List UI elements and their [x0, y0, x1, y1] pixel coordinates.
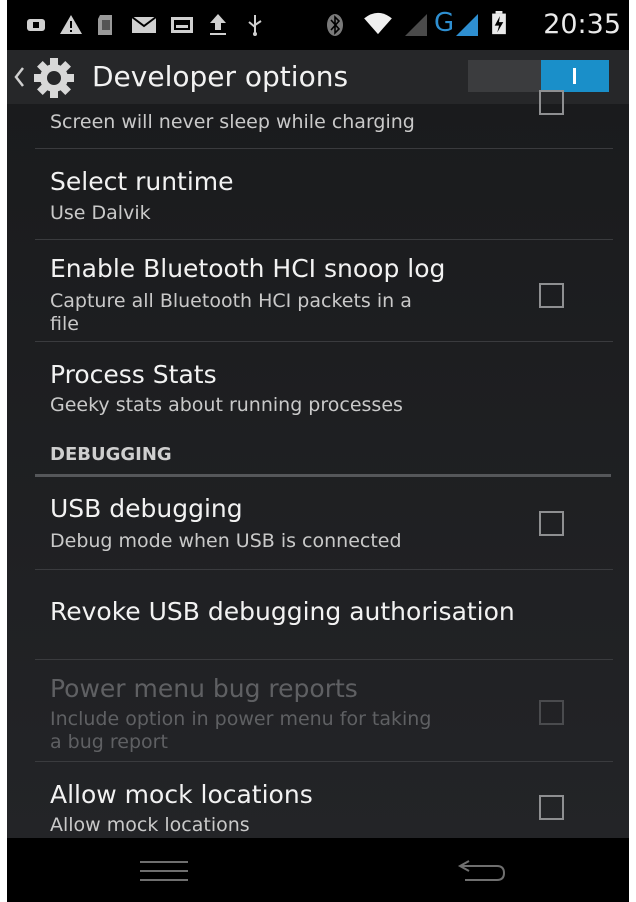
item-title: Select runtime [50, 167, 234, 196]
up-chevron-icon[interactable] [13, 66, 25, 88]
sd-card-icon [98, 15, 112, 35]
bluetooth-hci-checkbox[interactable] [539, 283, 564, 308]
page-title: Developer options [92, 60, 349, 93]
item-subtitle: Use Dalvik [50, 202, 151, 224]
wifi-icon [364, 12, 392, 35]
power-menu-bug-reports-checkbox [539, 700, 564, 725]
item-title: Revoke USB debugging authorisation [50, 597, 515, 626]
list-item-revoke-usb-authorisation[interactable]: Revoke USB debugging authorisation [7, 570, 629, 659]
list-item-usb-debugging[interactable]: USB debugging Debug mode when USB is con… [7, 477, 629, 569]
item-title: Enable Bluetooth HCI snoop log [50, 254, 446, 283]
list-item-bluetooth-hci-snoop[interactable]: Enable Bluetooth HCI snoop log Capture a… [7, 240, 629, 341]
gear-icon[interactable] [29, 56, 79, 100]
back-icon[interactable] [455, 858, 507, 884]
navigation-bar [7, 838, 629, 902]
toggle-knob [541, 60, 609, 92]
upload-icon [210, 14, 226, 35]
status-bar: G 20:35 [7, 0, 629, 50]
allow-mock-locations-checkbox[interactable] [539, 795, 564, 820]
warning-icon [60, 15, 82, 34]
image-icon [171, 17, 193, 33]
item-subtitle: Include option in power menu for taking [50, 708, 432, 730]
list-item-allow-mock-locations[interactable]: Allow mock locations Allow mock location… [7, 762, 629, 842]
network-type-icon: G [434, 8, 455, 38]
mail-icon [131, 16, 157, 33]
item-subtitle: Capture all Bluetooth HCI packets in a [50, 290, 412, 312]
usb-icon [248, 15, 262, 36]
item-title: Allow mock locations [50, 780, 313, 809]
list-item-select-runtime[interactable]: Select runtime Use Dalvik [7, 149, 629, 239]
item-subtitle: a bug report [50, 731, 168, 753]
item-subtitle: Geeky stats about running processes [50, 394, 403, 416]
item-title: Power menu bug reports [50, 674, 358, 703]
item-subtitle: Allow mock locations [50, 814, 250, 836]
list-item-process-stats[interactable]: Process Stats Geeky stats about running … [7, 342, 629, 434]
signal-icon [405, 14, 427, 36]
item-title: USB debugging [50, 494, 243, 523]
list-item-stay-awake[interactable]: Screen will never sleep while charging [7, 90, 629, 149]
settings-list: Screen will never sleep while charging S… [7, 90, 629, 838]
battery-icon [492, 11, 506, 35]
item-title: Process Stats [50, 360, 217, 389]
clock: 20:35 [543, 9, 621, 40]
usb-debugging-checkbox[interactable] [539, 511, 564, 536]
section-header-debugging: DEBUGGING [50, 444, 172, 465]
item-subtitle: file [50, 313, 79, 335]
list-item-power-menu-bug-reports: Power menu bug reports Include option in… [7, 660, 629, 761]
signal-icon [456, 14, 478, 36]
notification-icon [27, 19, 45, 31]
menu-icon[interactable] [140, 860, 188, 882]
item-subtitle: Screen will never sleep while charging [50, 111, 415, 133]
developer-options-toggle[interactable] [468, 60, 609, 92]
phone-screen: G 20:35 Developer options Screen will ne… [7, 0, 629, 902]
bluetooth-icon [327, 14, 343, 36]
stay-awake-checkbox[interactable] [539, 90, 564, 115]
item-subtitle: Debug mode when USB is connected [50, 530, 402, 552]
